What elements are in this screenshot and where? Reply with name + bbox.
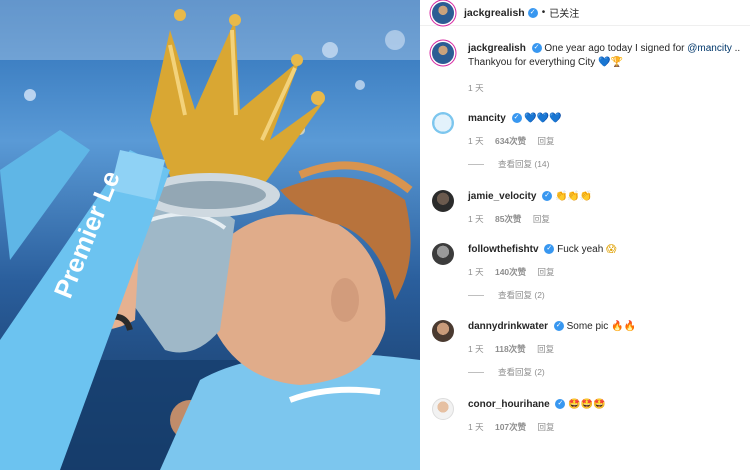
comment-reply-button[interactable]: 回复 <box>537 344 554 354</box>
comment-likes[interactable]: 140次赞 <box>495 267 526 277</box>
comment-emoji: 🔥🔥 <box>611 321 636 332</box>
comment-username[interactable]: followthefishtv <box>468 244 539 255</box>
view-replies-button[interactable]: 查看回复 (2) <box>468 289 742 301</box>
comment-username[interactable]: dannydrinkwater <box>468 321 548 332</box>
comment-emoji: 😱 <box>606 244 617 255</box>
caption-timestamp[interactable]: 1 天 <box>468 83 484 93</box>
replies-divider <box>468 294 484 296</box>
author-avatar[interactable] <box>432 1 454 24</box>
caption-text: One year ago today I signed for <box>544 43 685 54</box>
comment-username[interactable]: jamie_velocity <box>468 191 536 202</box>
comment-reply-button[interactable]: 回复 <box>538 422 555 432</box>
comment-reply-button[interactable]: 回复 <box>533 214 550 224</box>
man-city-crest-icon[interactable] <box>432 112 454 134</box>
view-replies-button[interactable]: 查看回复 (14) <box>468 158 742 170</box>
comment-text: Some pic <box>566 321 609 332</box>
replies-divider <box>468 371 484 373</box>
caption-author-avatar[interactable] <box>432 42 454 64</box>
comment-item: dannydrinkwater ✓ Some pic 🔥🔥 1 天 118次赞 … <box>432 320 742 378</box>
comment-likes[interactable]: 107次赞 <box>495 422 526 432</box>
user-avatar-icon[interactable] <box>432 320 454 342</box>
comment-item: followthefishtv ✓ Fuck yeah 😱 1 天 140次赞 … <box>432 243 742 301</box>
comment-time[interactable]: 1 天 <box>468 344 484 354</box>
follow-button[interactable]: 已关注 <box>549 5 579 20</box>
separator-dot: • <box>541 7 546 18</box>
user-avatar-icon[interactable] <box>432 398 454 420</box>
replies-divider <box>468 163 484 165</box>
user-avatar-icon[interactable] <box>432 190 454 212</box>
caption-mention-link[interactable]: @mancity <box>687 43 732 54</box>
caption-emoji: 💙🏆 <box>598 57 623 68</box>
comment-time[interactable]: 1 天 <box>468 136 484 146</box>
post-caption: jackgrealish ✓ One year ago today I sign… <box>432 42 742 94</box>
view-replies-label: 查看回复 (14) <box>498 159 550 169</box>
comment-emoji: 👏👏👏 <box>554 191 593 202</box>
caption-second-line: Thankyou for everything City <box>468 57 596 68</box>
post-photo[interactable]: Premier Le <box>0 0 420 470</box>
view-replies-label: 查看回复 (2) <box>498 290 545 300</box>
comment-time[interactable]: 1 天 <box>468 267 484 277</box>
comment-username[interactable]: mancity <box>468 113 506 124</box>
author-username[interactable]: jackgrealish <box>464 7 525 19</box>
verified-badge-icon: ✓ <box>531 43 542 54</box>
comment-emoji: 💙💙💙 <box>524 113 562 124</box>
caption-ellipsis: .. <box>734 43 741 54</box>
comment-emoji: 🤩🤩🤩 <box>568 399 606 410</box>
view-replies-label: 查看回复 (2) <box>498 367 545 377</box>
comment-reply-button[interactable]: 回复 <box>538 267 555 277</box>
caption-author-username[interactable]: jackgrealish <box>468 43 526 54</box>
comment-text: Fuck yeah <box>557 244 604 255</box>
post-sidebar: jackgrealish ✓ • 已关注 jackgrealish ✓ One … <box>420 0 750 470</box>
post-header: jackgrealish ✓ • 已关注 <box>420 0 750 26</box>
comment-reply-button[interactable]: 回复 <box>538 136 555 146</box>
comment-time[interactable]: 1 天 <box>468 422 484 432</box>
verified-badge-icon: ✓ <box>542 191 553 202</box>
trophy-photo-illustration: Premier Le <box>0 0 420 470</box>
verified-badge-icon: ✓ <box>553 321 564 332</box>
view-replies-button[interactable]: 查看回复 (2) <box>468 366 742 378</box>
comment-item: conor_hourihane ✓ 🤩🤩🤩 1 天 107次赞 回复 <box>432 398 742 433</box>
comment-likes[interactable]: 85次赞 <box>495 214 521 224</box>
verified-badge-icon: ✓ <box>527 7 538 18</box>
comment-likes[interactable]: 634次赞 <box>495 136 526 146</box>
comment-time[interactable]: 1 天 <box>468 214 484 224</box>
comment-username[interactable]: conor_hourihane <box>468 399 550 410</box>
user-avatar-icon[interactable] <box>432 243 454 265</box>
verified-badge-icon: ✓ <box>555 399 566 410</box>
comment-item: jamie_velocity ✓ 👏👏👏 1 天 85次赞 回复 <box>432 190 742 225</box>
comment-likes[interactable]: 118次赞 <box>495 344 526 354</box>
comment-item: mancity ✓ 💙💙💙 1 天 634次赞 回复 查看回复 (14) <box>432 112 742 170</box>
verified-badge-icon: ✓ <box>511 113 522 124</box>
verified-badge-icon: ✓ <box>544 244 555 255</box>
